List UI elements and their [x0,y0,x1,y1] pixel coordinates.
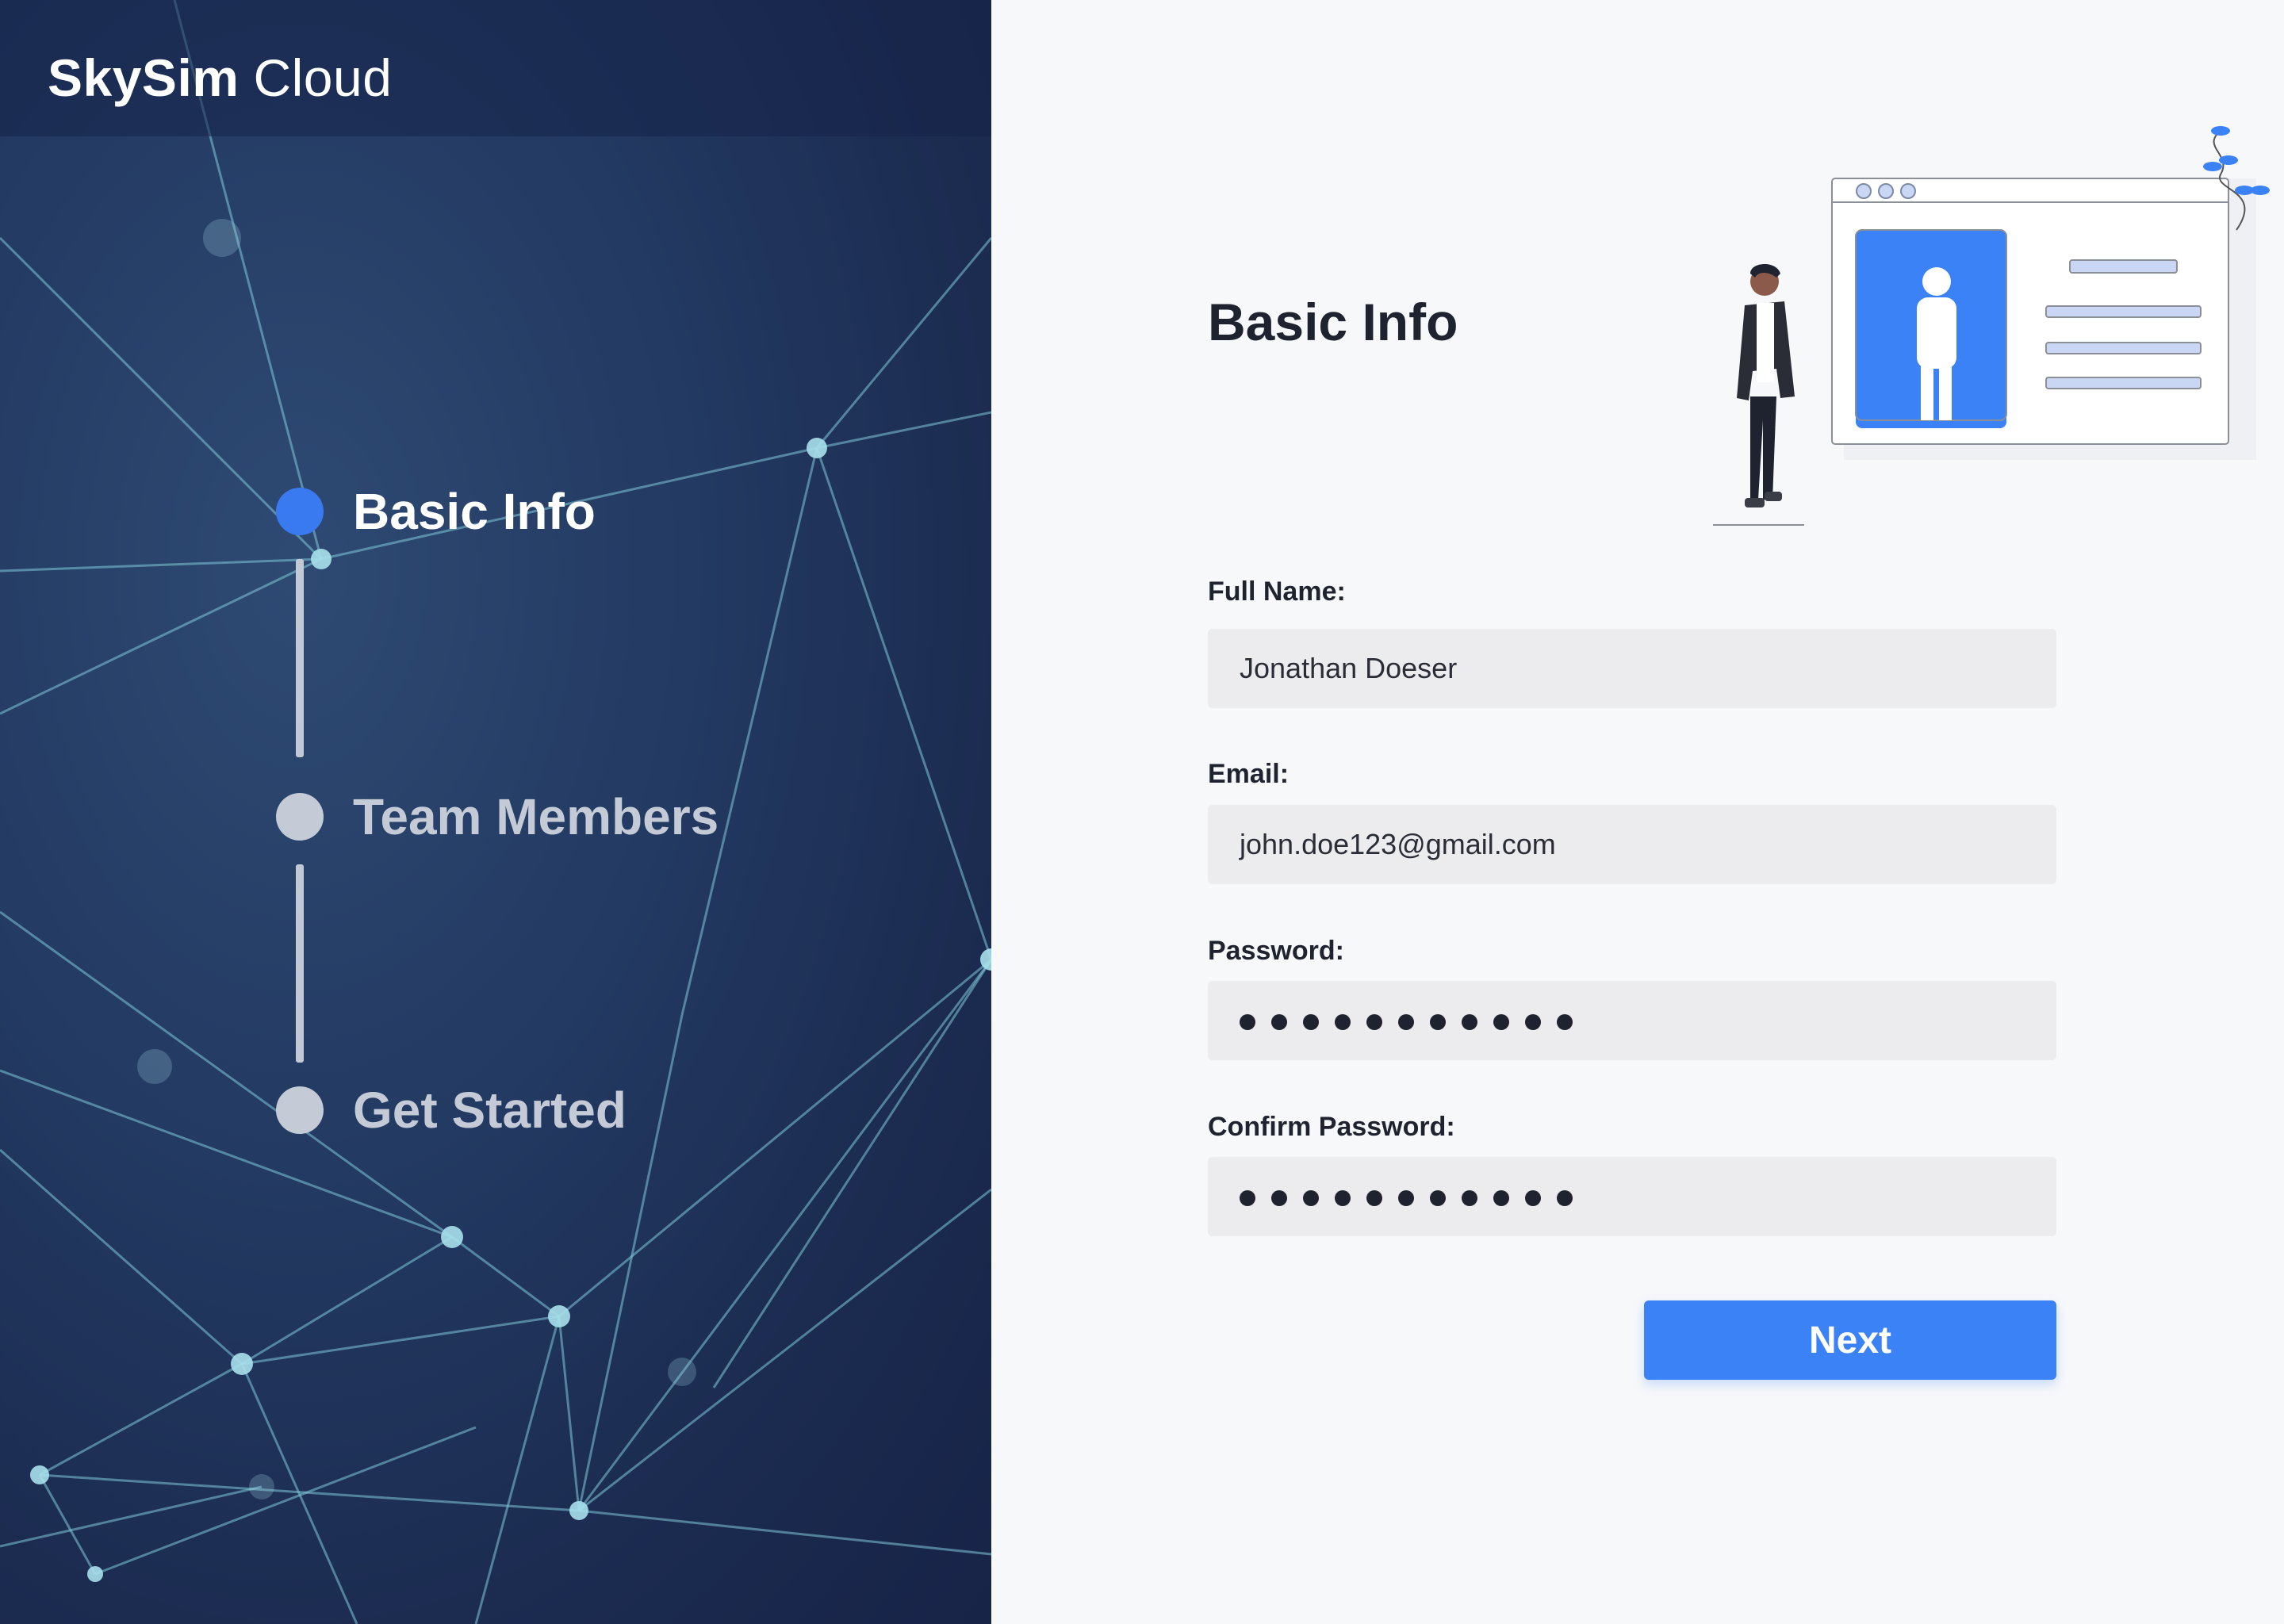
brand-suffix: Cloud [253,48,393,107]
mask-dot [1303,1190,1319,1206]
full-name-field[interactable]: Jonathan Doeser [1208,629,2056,708]
profile-illustration-icon [1713,126,2270,526]
confirm-password-mask [1240,1180,1588,1213]
step-label: Get Started [353,1082,627,1139]
app-logo[interactable]: SkySim Cloud [48,48,392,108]
mask-dot [1335,1190,1351,1206]
mask-dot [1240,1014,1255,1030]
password-label: Password: [1208,936,1344,966]
mask-dot [1493,1190,1509,1206]
mask-dot [1493,1014,1509,1030]
mask-dot [1430,1190,1446,1206]
mask-dot [1398,1190,1414,1206]
password-field[interactable] [1208,981,2056,1060]
email-field[interactable]: john.doe123@gmail.com [1208,805,2056,884]
password-mask [1240,1004,1588,1037]
mask-dot [1271,1190,1287,1206]
mask-dot [1335,1014,1351,1030]
step-label: Basic Info [353,483,596,540]
step-indicator [276,1086,324,1134]
confirm-password-field[interactable] [1208,1157,2056,1236]
full-name-label: Full Name: [1208,576,1346,607]
mask-dot [1398,1014,1414,1030]
confirm-password-label: Confirm Password: [1208,1112,1455,1142]
mask-dot [1557,1014,1573,1030]
step-indicator [276,793,324,841]
mask-dot [1462,1190,1477,1206]
mask-dot [1430,1014,1446,1030]
page-title: Basic Info [1208,293,1458,351]
mask-dot [1525,1190,1541,1206]
next-button[interactable]: Next [1644,1300,2056,1380]
mask-dot [1462,1014,1477,1030]
mask-dot [1525,1014,1541,1030]
step-connector [296,559,304,757]
mask-dot [1271,1014,1287,1030]
left-panel: SkySim Cloud Basic Info Team Members Get … [0,0,991,1624]
mask-dot [1366,1190,1382,1206]
mask-dot [1557,1190,1573,1206]
step-indicator-active [276,488,324,535]
mask-dot [1303,1014,1319,1030]
mask-dot [1240,1190,1255,1206]
form-panel: Basic Info Full Name: Jonathan Doeser Em… [991,0,2284,1624]
mask-dot [1366,1014,1382,1030]
step-label: Team Members [353,788,719,845]
email-label: Email: [1208,759,1290,789]
brand-name: SkySim [48,48,240,107]
step-connector [296,864,304,1063]
